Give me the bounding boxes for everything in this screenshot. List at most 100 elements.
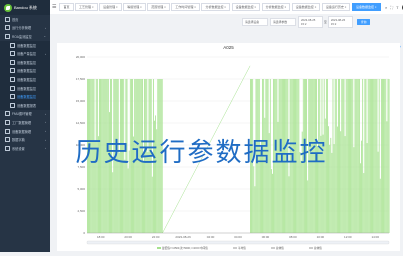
sidebar-item[interactable]: 设备数据监控 — [0, 83, 50, 93]
param-select[interactable]: 请选择参数 — [270, 18, 296, 26]
series-bar — [270, 169, 272, 233]
fullscreen-icon[interactable]: ⛶ — [390, 5, 393, 10]
legend-label: 最低值/<=2500,次<5000,>=2000 — [162, 246, 200, 250]
sidebar-item-label: 设备数据监控 — [17, 69, 37, 74]
menu-item-icon — [10, 102, 15, 108]
sidebar: Bandou 系统 首页 运行分析管理 › ROA监测监控 ⌄ 设备数据监控 设备产量监控 ›… — [0, 0, 50, 252]
tab[interactable]: 首页 — [59, 3, 74, 11]
sidebar-item[interactable]: 设备数据监控 — [0, 66, 50, 76]
series-bar — [143, 161, 144, 233]
x-tick-label: 10:00 — [317, 235, 325, 239]
legend-label: 平均值 — [238, 246, 246, 250]
series-bar — [112, 172, 114, 233]
device-select[interactable]: 请选择设备 — [242, 18, 268, 26]
y-tick-label: 2,500 — [77, 209, 85, 213]
tab[interactable]: 设备运行历史 × — [321, 3, 351, 11]
series-bar — [127, 168, 129, 233]
sidebar-item[interactable]: 设备产量监控 › — [0, 49, 50, 58]
menu-item-icon — [5, 111, 10, 117]
y-tick-label: 5,000 — [77, 187, 85, 191]
sidebar-item[interactable]: 设备数据报表 — [0, 100, 50, 110]
legend-swatch — [309, 247, 313, 249]
top-bar: ☰ 首页 工艺管理 × 设备管理 × 等级管理 × 范围管理 × 工作时间管理 × 分析数据… — [50, 0, 403, 14]
x-tick-label: 02:00 — [207, 235, 215, 239]
sidebar-item-label: 设备数据监控 — [17, 60, 37, 65]
tab[interactable]: 设备数据监控 × — [351, 3, 381, 11]
chevron-icon: › — [45, 51, 46, 56]
toolbar-icons: ⌕ ⛶ T — [382, 3, 403, 11]
y-tick-label: 0 — [83, 231, 85, 235]
series-bar — [379, 178, 381, 233]
sidebar-item-label: FMU循环管理 — [12, 112, 32, 117]
series-bar — [253, 166, 255, 233]
legend-swatch — [271, 247, 275, 249]
series-bar — [151, 176, 153, 233]
sidebar-item-label: 设备数据监控 — [17, 43, 37, 48]
chevron-icon: › — [45, 25, 46, 30]
sidebar-item[interactable]: 运行分析管理 › — [0, 24, 50, 33]
x-tick-label: 2023-08-26 — [175, 235, 191, 239]
zoom-slider — [86, 240, 390, 245]
tab[interactable]: 设备数据监控 × — [291, 3, 321, 11]
sidebar-item[interactable]: 设备数据监控 — [0, 92, 50, 101]
x-tick-label: 20:00 — [124, 235, 132, 239]
search-icon[interactable]: ⌕ — [385, 5, 387, 10]
sidebar-item[interactable]: 首页 — [0, 15, 50, 24]
y-tick-label: 17,500 — [76, 77, 86, 81]
sidebar-item[interactable]: FMU循环管理 › — [0, 110, 50, 119]
series-bar — [254, 186, 256, 233]
sidebar-item-label: 设备产量监控 — [17, 52, 37, 57]
sidebar-item[interactable]: 设备数据监控 — [0, 57, 50, 67]
chart-title: A025 — [223, 45, 234, 50]
menu-item-icon — [5, 119, 10, 125]
leaf-logo-icon — [4, 3, 12, 12]
start-date-input[interactable]: 2023-08-25 15:2 — [298, 16, 323, 28]
sidebar-item-label: 运行分析管理 — [12, 26, 32, 31]
menu-item-icon — [5, 16, 10, 22]
end-date-input[interactable]: 2023-08-26 15:2 — [327, 16, 353, 28]
tab[interactable]: 范围管理 × — [147, 3, 170, 11]
menu-item-icon — [10, 85, 15, 91]
menu-item-icon — [5, 25, 10, 31]
menu-item-icon — [10, 59, 15, 65]
legend-label: 总体值 — [276, 246, 284, 250]
sidebar-item[interactable]: 工厂数据管理 › — [0, 118, 50, 127]
series-bar — [360, 163, 361, 233]
series-bar — [124, 159, 126, 233]
tab[interactable]: 设备数据监控 × — [231, 3, 261, 11]
sidebar-item-label: 设备数据监控 — [17, 95, 37, 100]
menu-toggle-icon[interactable]: ☰ — [52, 4, 56, 10]
series-bar — [272, 173, 273, 233]
sidebar-item-label: 设备数据监控 — [17, 77, 37, 82]
tab[interactable]: 工作时间管理 × — [171, 3, 200, 11]
x-tick-label: 08:00 — [289, 235, 297, 239]
sidebar-item-label: ROA监测监控 — [12, 34, 32, 39]
tab-strip: 首页 工艺管理 × 设备管理 × 等级管理 × 范围管理 × 工作时间管理 × 分析数据监控… — [59, 3, 382, 11]
font-size-icon[interactable]: T — [396, 5, 398, 10]
logo[interactable]: Bandou 系统 — [0, 0, 50, 15]
search-button[interactable]: 查询 — [356, 19, 371, 25]
menu-item-icon — [10, 42, 15, 48]
tab[interactable]: 工艺管理 × — [75, 3, 98, 11]
x-tick-label: 22:00 — [152, 235, 160, 239]
x-tick-label: 12:00 — [344, 235, 352, 239]
tab[interactable]: 分析数据监控 × — [261, 3, 291, 11]
x-tick-label: 04:00 — [234, 235, 242, 239]
tab[interactable]: 设备管理 × — [99, 3, 122, 11]
legend-swatch — [195, 247, 199, 249]
menu-item-icon — [10, 94, 15, 100]
sidebar-item-label: 设备数据报表 — [17, 103, 37, 108]
series-bar — [307, 180, 309, 233]
sidebar-item[interactable]: ROA监测监控 ⌄ — [0, 32, 50, 41]
sidebar-item[interactable]: 设备数据监控 — [0, 40, 50, 50]
chevron-icon: › — [45, 111, 46, 116]
y-tick-label: 12,500 — [76, 121, 86, 125]
sidebar-item[interactable]: 设备数据监控 — [0, 75, 50, 84]
series-bar — [109, 112, 110, 233]
tab[interactable]: 分析数据监控 × — [201, 3, 231, 11]
tab[interactable]: 等级管理 × — [123, 3, 146, 11]
y-tick-label: 20,000 — [76, 55, 86, 59]
series-bar — [363, 173, 365, 233]
overlay-title: 历史运行参数据监控 — [75, 137, 328, 167]
sidebar-item-label: 设备数据监控 — [17, 86, 37, 91]
